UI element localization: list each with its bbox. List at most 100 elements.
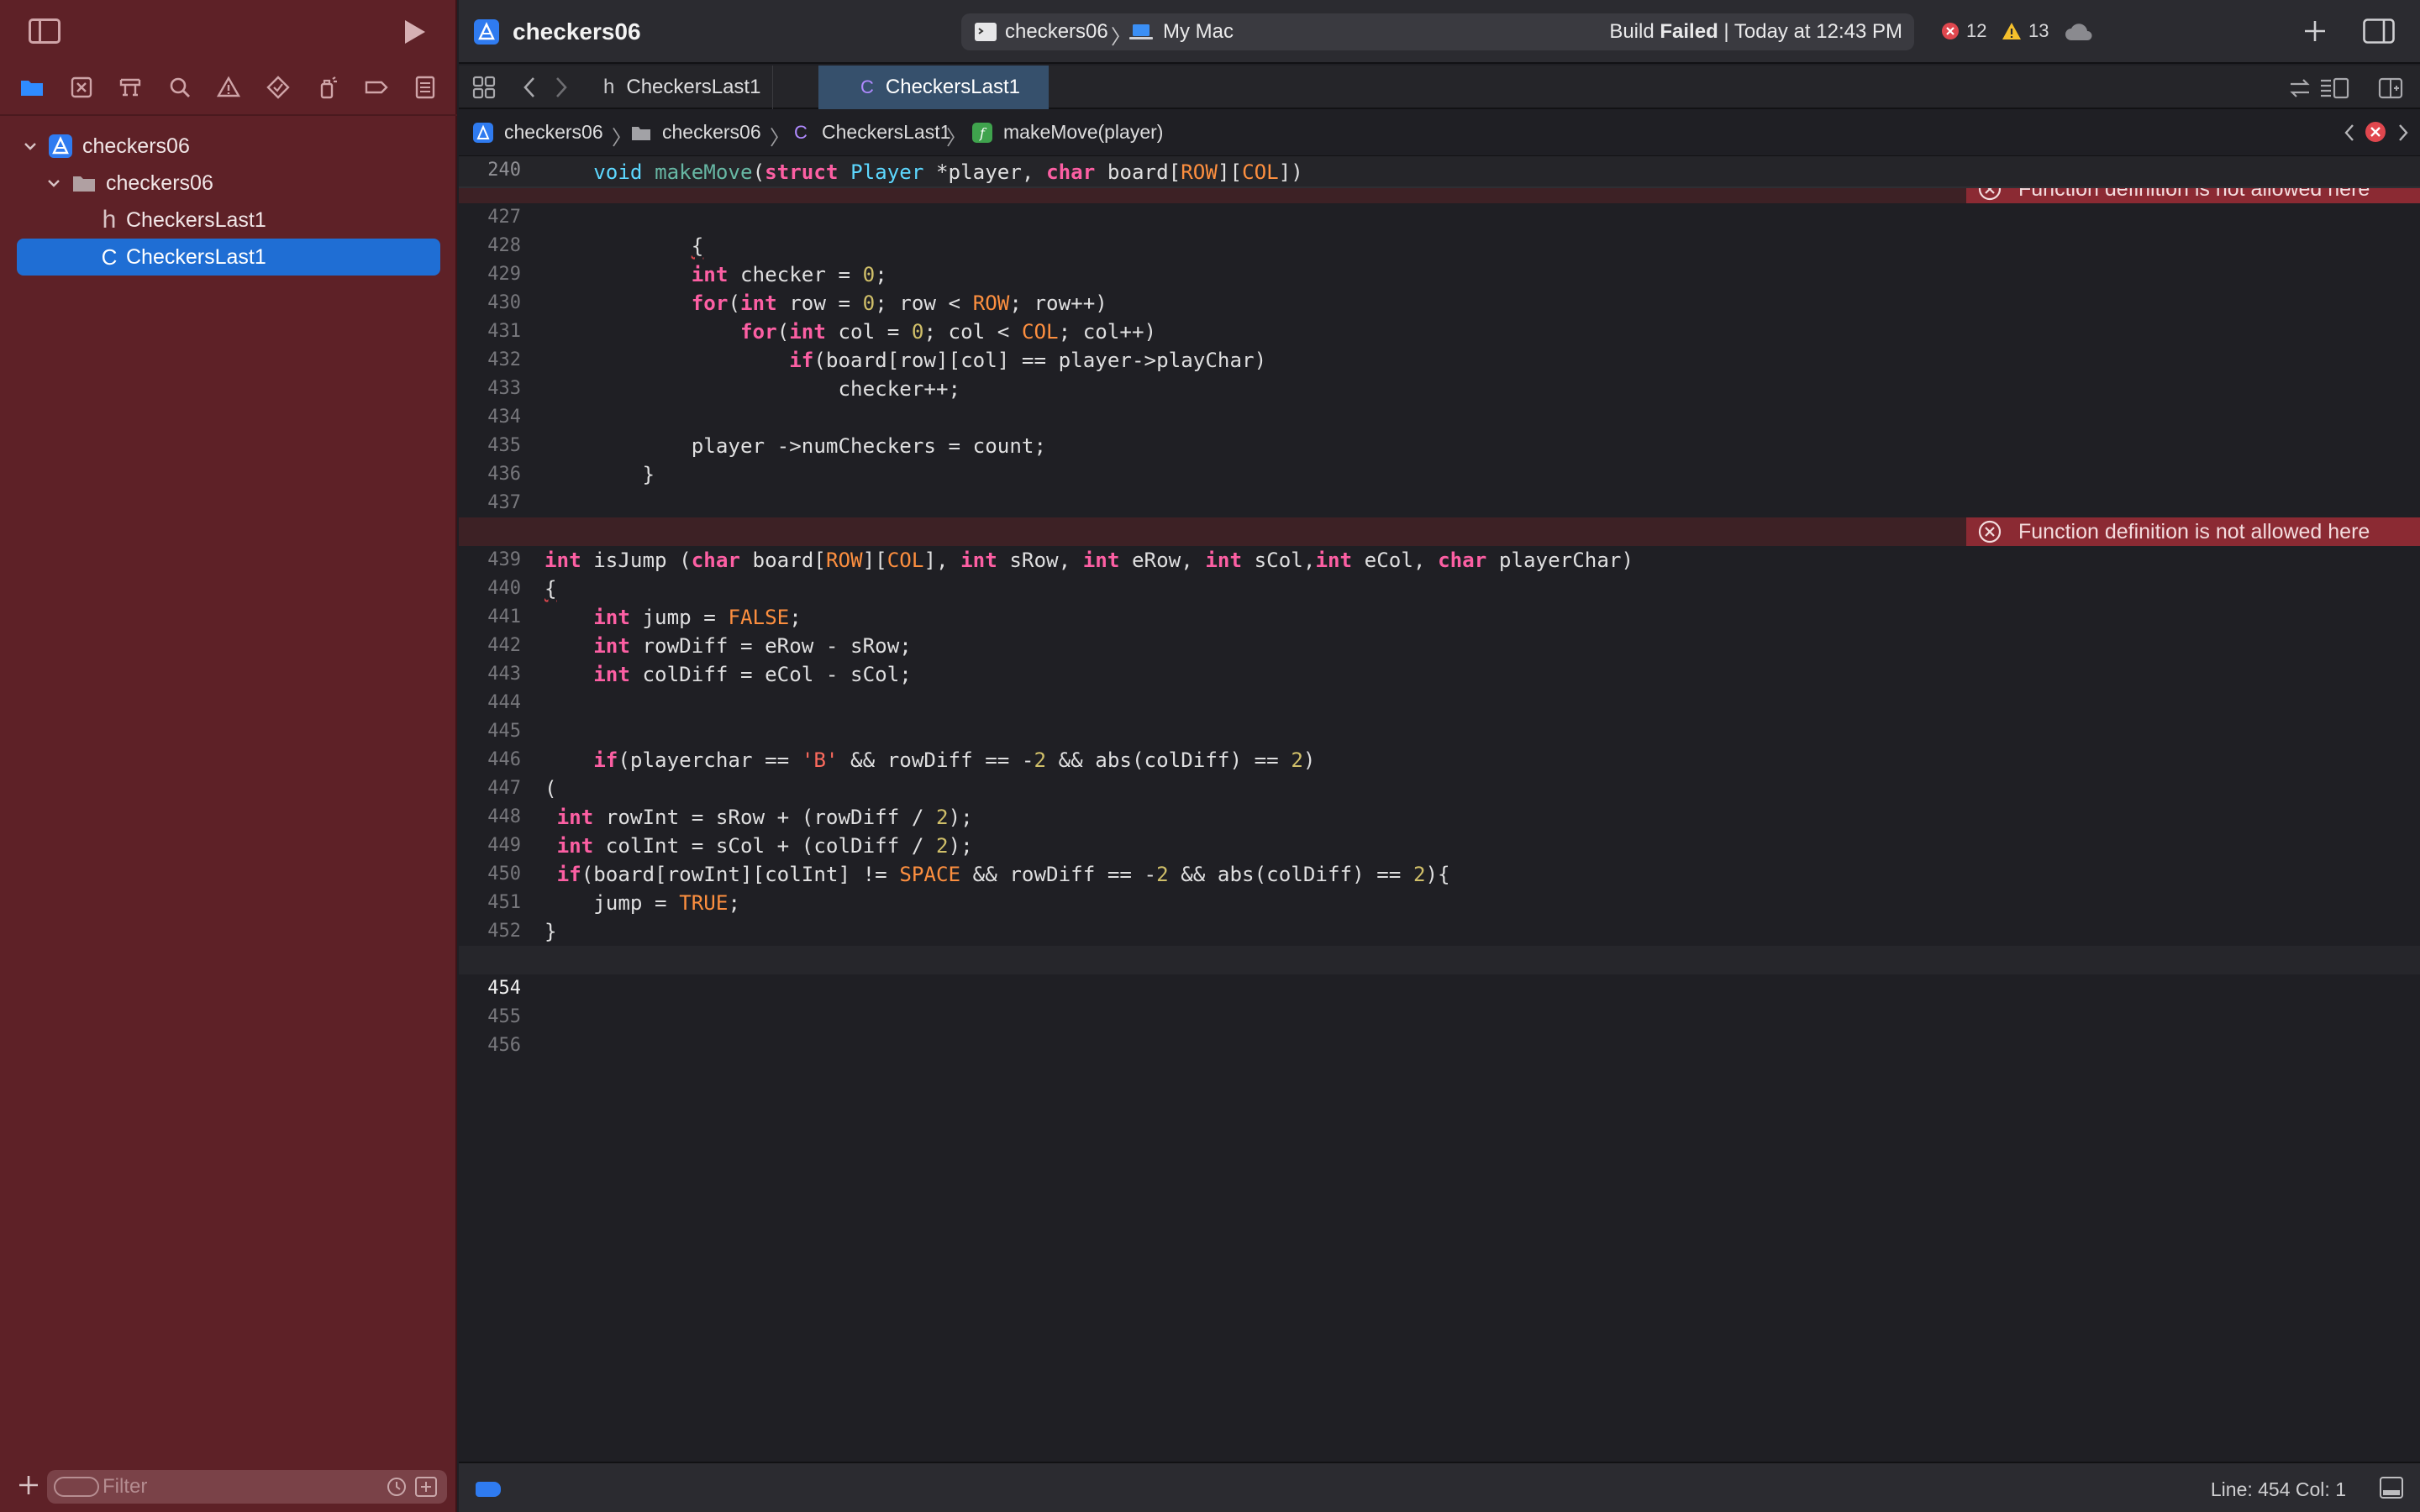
breadcrumb-function[interactable]: f makeMove(player): [971, 121, 1163, 144]
chevron-left-icon[interactable]: [521, 76, 538, 99]
code-line-432[interactable]: 432 checker++;: [459, 318, 2420, 401]
code-line-456[interactable]: 456: [459, 1003, 2420, 1056]
sidebar-footer: [0, 1462, 457, 1512]
sidebar-toggle-icon[interactable]: [29, 18, 60, 44]
related-items-grid-icon[interactable]: [472, 76, 496, 99]
c-file-icon: C: [794, 121, 808, 143]
window-toolbar: checkers06 checkers06 〉 My Mac Build Fai…: [459, 0, 2420, 64]
filter-options-icon[interactable]: [54, 1477, 99, 1497]
report-navigator-tab[interactable]: [407, 71, 444, 104]
previous-issue-icon[interactable]: [2343, 123, 2356, 143]
tab-checkerslast1-source[interactable]: C CheckersLast1: [818, 66, 1049, 109]
code-line-429[interactable]: 429 for(int row = 0; row < ROW; row++): [459, 232, 2420, 315]
cursor-position: Line: 454 Col: 1: [2210, 1478, 2346, 1500]
filter-input[interactable]: [103, 1473, 371, 1500]
tree-item-label: checkers06: [106, 171, 213, 195]
scope-icon[interactable]: [415, 1477, 437, 1497]
code-line-433[interactable]: 433: [459, 346, 2420, 399]
breakpoint-icon: [365, 81, 388, 94]
debug-area-toggle-icon[interactable]: [2380, 1477, 2403, 1499]
breadcrumb-folder[interactable]: checkers06: [630, 121, 761, 144]
filter-field[interactable]: [47, 1470, 447, 1504]
folder-icon: [71, 170, 97, 197]
scheme-selector[interactable]: checkers06: [1005, 20, 1108, 44]
code-line-431[interactable]: 431 if(board[row][col] == player->playCh…: [459, 289, 2420, 372]
code-line-437[interactable]: 437: [459, 460, 2420, 513]
code-line-436[interactable]: 436: [459, 432, 2420, 485]
tree-item-folder[interactable]: checkers06: [0, 165, 457, 202]
breakpoints-toggle-icon[interactable]: [476, 1482, 501, 1497]
chevron-down-icon[interactable]: [44, 173, 64, 193]
code-line-428[interactable]: 428 int checker = 0;: [459, 203, 2420, 286]
tree-item-c-file[interactable]: C CheckersLast1: [17, 239, 440, 276]
code-line-448[interactable]: 448 int colInt = sCol + (colDiff / 2);: [459, 774, 2420, 858]
error-annotation[interactable]: Function definition is not allowed here: [1966, 517, 2420, 546]
source-editor[interactable]: 240 void makeMove(struct Player *player,…: [459, 156, 2420, 1462]
project-navigator-tab[interactable]: [13, 71, 50, 104]
warning-count-badge[interactable]: 13: [2002, 20, 2049, 42]
clock-icon[interactable]: [387, 1477, 407, 1497]
error-icon: [1978, 520, 2002, 543]
swap-arrows-icon[interactable]: [2287, 77, 2312, 99]
chevron-right-icon[interactable]: [553, 76, 570, 99]
error-icon[interactable]: [2365, 121, 2386, 143]
code-line-450[interactable]: 450 jump = TRUE;: [459, 832, 2420, 915]
breakpoint-navigator-tab[interactable]: [358, 71, 395, 104]
sticky-scope-header[interactable]: 240 void makeMove(struct Player *player,…: [459, 156, 2420, 188]
code-line-451[interactable]: 451 }: [459, 860, 2420, 943]
run-destination-selector[interactable]: My Mac: [1163, 20, 1234, 44]
jump-bar: checkers06 〉 checkers06 〉 C CheckersLast…: [459, 109, 2420, 156]
c-file-icon: C: [860, 76, 874, 97]
terminal-app-icon: [975, 23, 997, 41]
play-icon: [405, 20, 425, 44]
code-line-449[interactable]: 449 if(board[rowInt][colInt] != SPACE &&…: [459, 803, 2420, 886]
code-line-444[interactable]: 444: [459, 660, 2420, 713]
add-icon[interactable]: [17, 1473, 40, 1497]
test-navigator-tab[interactable]: [260, 71, 297, 104]
code-line-443[interactable]: 443: [459, 632, 2420, 685]
code-line-434[interactable]: 434 player ->numCheckers = count;: [459, 375, 2420, 458]
folder-icon: [630, 122, 652, 144]
tree-item-label: CheckersLast1: [126, 207, 266, 232]
breadcrumb-project[interactable]: checkers06: [472, 121, 603, 144]
xcode-project-icon: [47, 133, 74, 160]
inspector-toggle-icon[interactable]: [2363, 18, 2395, 44]
code-line-453[interactable]: 453: [459, 917, 2420, 970]
folder-icon: [21, 81, 43, 96]
activity-viewer[interactable]: checkers06 〉 My Mac Build Failed | Today…: [961, 13, 1914, 50]
code-line-452[interactable]: 452 }: [459, 889, 2420, 972]
error-count-badge[interactable]: 12: [1941, 20, 1986, 42]
code-line-455[interactable]: 455: [459, 974, 2420, 1027]
code-line-441[interactable]: 441 int rowDiff = eRow - sRow;: [459, 575, 2420, 658]
editor-options-icon[interactable]: [2319, 77, 2349, 99]
code-line-440[interactable]: 440 int jump = FALSE;: [459, 546, 2420, 629]
breadcrumb-file[interactable]: C CheckersLast1: [790, 121, 950, 144]
code-line-454-current[interactable]: 454: [459, 946, 2420, 999]
run-button[interactable]: [398, 17, 429, 47]
code-line-435[interactable]: 435 }: [459, 403, 2420, 486]
line-number: 240: [487, 160, 521, 181]
cloud-status-icon[interactable]: [2064, 20, 2094, 44]
next-issue-icon[interactable]: [2396, 123, 2410, 143]
issue-navigator-tab[interactable]: [210, 71, 247, 104]
code-line-430[interactable]: 430 for(int col = 0; col < COL; col++): [459, 260, 2420, 344]
diamond-icon: [266, 76, 290, 99]
chevron-down-icon[interactable]: [20, 136, 40, 156]
symbol-navigator-tab[interactable]: [112, 71, 149, 104]
tree-item-header-file[interactable]: h CheckersLast1: [0, 202, 457, 239]
tree-item-project[interactable]: checkers06: [0, 128, 457, 165]
code-line-447[interactable]: 447 int rowInt = sRow + (rowDiff / 2);: [459, 746, 2420, 829]
source-control-navigator-tab[interactable]: [63, 71, 100, 104]
code-line-438[interactable]: 438 int isJump (char board[ROW][COL], in…: [459, 489, 2420, 572]
code-line-445[interactable]: 445 if(playerchar == 'B' && rowDiff == -…: [459, 689, 2420, 772]
debug-navigator-tab[interactable]: [308, 71, 345, 104]
add-editor-icon[interactable]: [2378, 77, 2403, 99]
tab-checkerslast1-header[interactable]: h CheckersLast1: [583, 66, 773, 109]
chevron-right-icon: 〉: [1111, 26, 1131, 49]
library-add-icon[interactable]: [2302, 18, 2328, 44]
report-icon: [415, 76, 435, 99]
find-navigator-tab[interactable]: [161, 71, 198, 104]
code-line-442[interactable]: 442 int colDiff = eCol - sCol;: [459, 603, 2420, 686]
code-line-446[interactable]: 446 (: [459, 717, 2420, 801]
code-line-439[interactable]: 439 { Function definition is not allowed…: [459, 517, 2420, 601]
